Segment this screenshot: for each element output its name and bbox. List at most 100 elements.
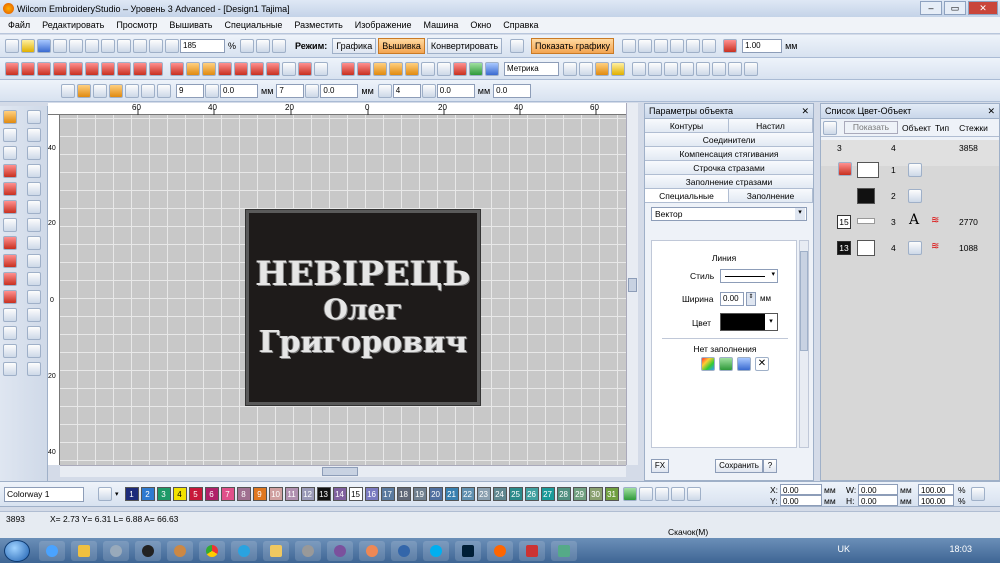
taskbar-app-icon[interactable] xyxy=(295,540,321,561)
color-swatch[interactable]: 21 xyxy=(444,487,459,501)
spin-icon[interactable] xyxy=(205,83,219,98)
telegram-icon[interactable] xyxy=(231,540,257,561)
taskbar-app-icon[interactable] xyxy=(551,540,577,561)
3d-icon[interactable] xyxy=(282,61,296,76)
maximize-button[interactable]: ▭ xyxy=(944,1,966,15)
reshape-icon[interactable] xyxy=(157,83,171,98)
convert-button[interactable]: Конвертировать xyxy=(426,38,503,54)
color-swatch[interactable]: 17 xyxy=(380,487,395,501)
color-swatch[interactable]: 5 xyxy=(188,487,203,501)
prop-field-6[interactable]: 0.0 xyxy=(436,83,475,98)
fill-type-icon[interactable] xyxy=(341,61,355,76)
monogram-icon[interactable] xyxy=(27,308,41,322)
pen-icon[interactable] xyxy=(3,146,17,160)
line-color-picker[interactable]: ▾ xyxy=(720,313,778,331)
save-icon[interactable] xyxy=(37,39,51,53)
minimize-button[interactable]: – xyxy=(920,1,942,15)
draw-tool-icon[interactable] xyxy=(27,218,41,232)
arrange-icon[interactable] xyxy=(744,61,758,76)
clock[interactable]: 18:03 xyxy=(949,544,972,554)
draw-tool-icon[interactable] xyxy=(27,254,41,268)
stitch-type-icon[interactable] xyxy=(21,61,35,76)
fill-type-icon[interactable] xyxy=(469,61,483,76)
effect-icon[interactable] xyxy=(202,61,216,76)
paste-icon[interactable] xyxy=(117,39,131,53)
stitch-type-icon[interactable] xyxy=(37,61,51,76)
color-swatch[interactable]: 13 xyxy=(316,487,331,501)
menu-image[interactable]: Изображение xyxy=(349,20,418,30)
draw-tool-icon[interactable] xyxy=(27,200,41,214)
arrange-icon[interactable] xyxy=(664,61,678,76)
align-left-icon[interactable] xyxy=(622,39,637,53)
list-item[interactable]: 15 3 A ≋ 2770 xyxy=(821,210,999,236)
settings-icon[interactable] xyxy=(579,61,593,76)
reshape-icon[interactable] xyxy=(125,83,139,98)
line-style-select[interactable]: ▾ xyxy=(720,269,778,283)
measure-icon[interactable] xyxy=(256,39,271,53)
width-field[interactable]: 0.00 xyxy=(720,292,744,306)
zoom-icon[interactable] xyxy=(165,39,179,53)
new-file-icon[interactable] xyxy=(5,39,19,53)
show-button[interactable]: Показать xyxy=(844,121,898,134)
design-line-patronymic[interactable]: Григорович xyxy=(259,325,467,361)
tab-rhinestone-fill[interactable]: Заполнение стразами xyxy=(645,175,813,189)
collapse-icon[interactable] xyxy=(823,120,837,135)
stitch-type-icon[interactable] xyxy=(69,61,83,76)
remove-color-icon[interactable] xyxy=(638,487,653,501)
align-top-icon[interactable] xyxy=(670,39,685,53)
stitch-tool-icon[interactable] xyxy=(3,236,17,250)
color-swatch[interactable]: 28 xyxy=(556,487,571,501)
realistic-view-icon[interactable] xyxy=(272,39,287,53)
taskbar-app-icon[interactable] xyxy=(135,540,161,561)
vertical-scrollbar[interactable] xyxy=(626,103,638,465)
cut-icon[interactable] xyxy=(85,39,99,53)
stitch-type-icon[interactable] xyxy=(85,61,99,76)
color-swatch[interactable]: 6 xyxy=(204,487,219,501)
colorway-select[interactable]: Colorway 1 xyxy=(4,486,84,502)
node-tool-icon[interactable] xyxy=(3,128,17,142)
copy-icon[interactable] xyxy=(101,39,115,53)
tool-icon[interactable] xyxy=(3,344,17,358)
color-object-list[interactable]: 3 4 3858 1 2 15 3 A ≋ 2770 13 4 ≋ 1088 xyxy=(821,140,999,480)
viber-icon[interactable] xyxy=(327,540,353,561)
color-swatch[interactable]: 15 xyxy=(348,487,363,501)
color-swatch[interactable]: 4 xyxy=(172,487,187,501)
taskbar-app-icon[interactable] xyxy=(103,540,129,561)
units-select[interactable]: Метрика xyxy=(504,61,559,76)
color-swatch[interactable]: 22 xyxy=(460,487,475,501)
effect-icon[interactable] xyxy=(298,61,312,76)
polygon-tool-icon[interactable] xyxy=(27,290,41,304)
taskbar-app-icon[interactable] xyxy=(391,540,417,561)
spin-icon[interactable] xyxy=(421,83,436,98)
h-field[interactable]: 0.00 xyxy=(858,495,898,506)
effect-icon[interactable] xyxy=(266,61,280,76)
spin-icon[interactable]: ⇕ xyxy=(746,292,756,306)
fill-type-icon[interactable] xyxy=(373,61,387,76)
fill-type-icon[interactable] xyxy=(405,61,419,76)
open-file-icon[interactable] xyxy=(21,39,35,53)
fill-type-icon[interactable] xyxy=(437,61,451,76)
color-swatch[interactable]: 23 xyxy=(476,487,491,501)
list-item[interactable]: 13 4 ≋ 1088 xyxy=(821,236,999,262)
tool-icon[interactable] xyxy=(27,344,41,358)
stitch-type-icon[interactable] xyxy=(5,61,19,76)
checkbox-icon[interactable] xyxy=(61,83,75,98)
scale-icon[interactable] xyxy=(723,39,738,53)
pin-icon[interactable]: ✕ xyxy=(801,106,809,116)
gradient-fill-icon[interactable] xyxy=(701,357,715,371)
color-swatch[interactable]: 27 xyxy=(540,487,555,501)
design-line-surname[interactable]: НЕВІРЕЦЬ xyxy=(255,254,470,294)
palette-icon[interactable] xyxy=(98,487,112,501)
menu-file[interactable]: Файл xyxy=(2,20,36,30)
arrange-icon[interactable] xyxy=(680,61,694,76)
prop-field-1[interactable]: 9 xyxy=(176,83,204,98)
select-arrow-icon[interactable] xyxy=(3,110,17,124)
menu-special[interactable]: Специальные xyxy=(218,20,288,30)
horizontal-scrollbar[interactable] xyxy=(60,465,626,477)
tab-fill[interactable]: Заполнение xyxy=(729,189,813,202)
h-percent-field[interactable]: 100.00 xyxy=(918,495,954,506)
wilcom-icon[interactable] xyxy=(487,540,513,561)
tool-icon[interactable] xyxy=(27,362,41,376)
save-button[interactable]: Сохранить xyxy=(715,459,763,473)
prop-field-7[interactable]: 0.0 xyxy=(493,83,532,98)
